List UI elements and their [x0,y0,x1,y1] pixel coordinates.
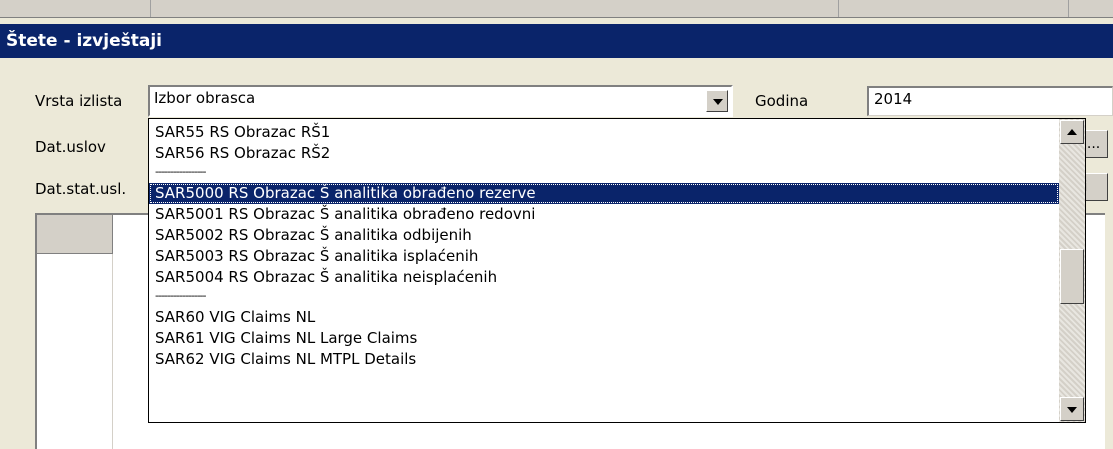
grid-row-header [37,254,113,449]
grid-corner-cell [37,215,113,254]
dropdown-item[interactable]: SAR5000 RS Obrazac Š analitika obrađeno … [149,183,1059,204]
scroll-down-button[interactable] [1060,397,1084,421]
parent-window-strip [0,0,1113,18]
arrow-up-icon [1067,129,1077,135]
obrazac-dropdown-list[interactable]: SAR55 RS Obrazac RŠ1 SAR56 RS Obrazac RŠ2… [148,118,1086,423]
arrow-down-icon [1067,407,1077,413]
dropdown-item[interactable]: SAR55 RS Obrazac RŠ1 [149,122,1059,143]
dropdown-item[interactable]: SAR60 VIG Claims NL [149,307,1059,328]
dropdown-item[interactable]: SAR5001 RS Obrazac Š analitika obrađeno … [149,204,1059,225]
scroll-thumb[interactable] [1060,249,1084,304]
dropdown-item[interactable]: SAR61 VIG Claims NL Large Claims [149,328,1059,349]
strip-divider [150,0,151,17]
scroll-up-button[interactable] [1060,120,1084,144]
dropdown-item[interactable]: SAR5002 RS Obrazac Š analitika odbijenih [149,225,1059,246]
dat-stat-usl-label: Dat.stat.usl. [35,180,127,198]
dropdown-item[interactable]: SAR5004 RS Obrazac Š analitika neisplaće… [149,267,1059,288]
chevron-down-icon [713,99,723,105]
godina-field[interactable]: 2014 [867,86,1113,116]
godina-value: 2014 [874,90,913,108]
vrsta-izlista-label: Vrsta izlista [35,92,123,110]
godina-label: Godina [755,92,809,110]
dropdown-item[interactable]: SAR56 RS Obrazac RŠ2 [149,143,1059,164]
dropdown-item[interactable]: SAR5003 RS Obrazac Š analitika isplaćeni… [149,246,1059,267]
dat-uslov-label: Dat.uslov [35,138,106,156]
vrsta-izlista-value: Izbor obrasca [154,89,256,107]
window-title: Štete - izvještaji [0,24,1113,58]
strip-divider [838,0,839,17]
dropdown-scrollbar[interactable] [1059,119,1085,422]
strip-divider [1068,0,1069,17]
vrsta-izlista-combo[interactable]: Izbor obrasca [148,85,733,117]
combo-dropdown-button[interactable] [706,90,728,112]
dropdown-item[interactable]: SAR62 VIG Claims NL MTPL Details [149,349,1059,370]
